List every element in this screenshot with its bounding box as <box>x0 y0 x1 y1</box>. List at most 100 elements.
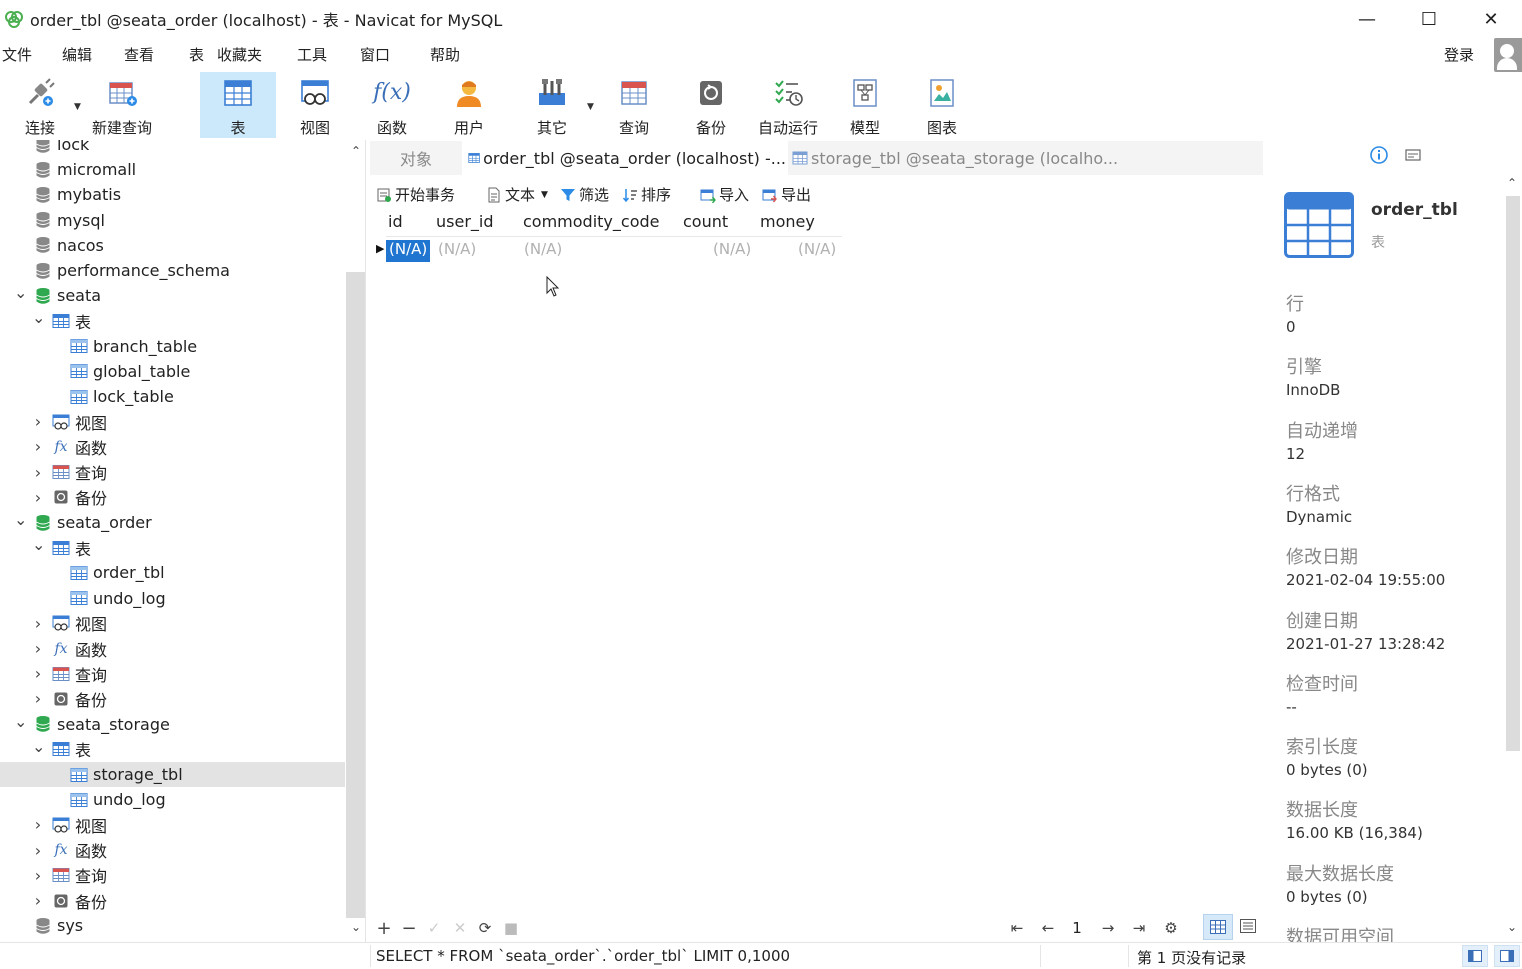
other-dropdown-icon[interactable]: ▼ <box>587 102 594 112</box>
tree-item[interactable]: › 视图 <box>0 812 345 837</box>
tree-item[interactable]: › 查询 <box>0 661 345 686</box>
info-scroll-down-icon[interactable]: ⌄ <box>1507 920 1517 934</box>
chevron-right-icon[interactable]: › <box>32 437 44 456</box>
chevron-right-icon[interactable]: › <box>32 412 44 431</box>
sidebar-scrollbar[interactable]: ⌃ ⌄ <box>346 140 365 942</box>
close-button[interactable]: ✕ <box>1460 0 1522 38</box>
tree-item[interactable]: ⌄ seata <box>0 283 345 308</box>
first-page-button[interactable]: ⇤ <box>1008 917 1026 939</box>
chevron-right-icon[interactable]: › <box>32 891 44 910</box>
tool-new-query[interactable]: 新建查询 <box>86 72 158 138</box>
chevron-right-icon[interactable]: › <box>32 614 44 633</box>
tree-item[interactable]: ⌄ 表 <box>0 308 345 333</box>
cell-commodity-code[interactable]: (N/A) <box>524 240 562 262</box>
column-header-user-id[interactable]: user_id <box>436 212 494 236</box>
chevron-down-icon[interactable]: ⌄ <box>14 283 27 302</box>
menu-window[interactable]: 窗口 <box>360 44 390 65</box>
tree-item[interactable]: › fx 函数 <box>0 636 345 661</box>
menu-favorites[interactable]: 收藏夹 <box>217 44 262 65</box>
next-page-button[interactable]: → <box>1099 917 1117 939</box>
cell-id[interactable]: (N/A) <box>386 240 431 262</box>
discard-changes-button[interactable]: ✕ <box>452 917 468 939</box>
tree-item[interactable]: mysql <box>0 208 345 233</box>
menu-help[interactable]: 帮助 <box>430 44 460 65</box>
tree-item[interactable]: nacos <box>0 233 345 258</box>
form-view-button[interactable] <box>1237 914 1259 940</box>
tree-item[interactable]: order_tbl <box>0 560 345 585</box>
tool-other[interactable]: 其它 <box>522 72 582 138</box>
apply-changes-button[interactable]: ✓ <box>426 917 442 939</box>
tool-backup[interactable]: 备份 <box>682 72 740 138</box>
tree-item[interactable]: lock_table <box>0 384 345 409</box>
chevron-down-icon[interactable]: ⌄ <box>32 535 45 554</box>
tree-item[interactable]: › 备份 <box>0 485 345 510</box>
connect-dropdown-icon[interactable]: ▼ <box>74 102 81 112</box>
tree-item[interactable]: ⌄ seata_order <box>0 510 345 535</box>
tool-query[interactable]: 查询 <box>604 72 664 138</box>
ddl-icon[interactable] <box>1404 146 1422 164</box>
import-button[interactable]: 导入 <box>700 184 749 205</box>
menu-file[interactable]: 文件 <box>2 44 32 65</box>
tree-item[interactable]: ⌄ seata_storage <box>0 712 345 737</box>
toggle-sidebar-left-button[interactable] <box>1462 945 1488 967</box>
prev-page-button[interactable]: ← <box>1039 917 1057 939</box>
tab-storage-tbl[interactable]: storage_tbl @seata_storage (localho... <box>788 141 1263 175</box>
sidebar-scroll-thumb[interactable] <box>346 272 365 918</box>
tree-item[interactable]: performance_schema <box>0 258 345 283</box>
chevron-down-icon[interactable]: ⌄ <box>14 510 27 529</box>
chevron-right-icon[interactable]: › <box>32 463 44 482</box>
tree-item[interactable]: › 查询 <box>0 460 345 485</box>
tree-item[interactable]: › fx 函数 <box>0 838 345 863</box>
tree-item[interactable]: storage_tbl <box>0 762 345 787</box>
chevron-down-icon[interactable]: ⌄ <box>32 737 45 756</box>
login-link[interactable]: 登录 <box>1444 44 1474 65</box>
cell-money[interactable]: (N/A) <box>798 240 836 262</box>
info-scroll-thumb[interactable] <box>1506 196 1520 751</box>
chevron-right-icon[interactable]: › <box>32 866 44 885</box>
toggle-sidebar-right-button[interactable] <box>1494 945 1520 967</box>
avatar-icon[interactable] <box>1494 38 1522 72</box>
tab-objects[interactable]: 对象 <box>370 141 462 175</box>
chevron-down-icon[interactable]: ⌄ <box>14 712 27 731</box>
tree-item[interactable]: mybatis <box>0 182 345 207</box>
maximize-button[interactable]: ☐ <box>1398 0 1460 38</box>
tool-table[interactable]: 表 <box>200 72 276 138</box>
tool-connect[interactable]: 连接 <box>10 72 70 138</box>
tool-user[interactable]: 用户 <box>440 72 498 138</box>
last-page-button[interactable]: ⇥ <box>1130 917 1148 939</box>
tool-view[interactable]: 视图 <box>284 72 346 138</box>
tool-chart[interactable]: 图表 <box>912 72 972 138</box>
cell-user-id[interactable]: (N/A) <box>438 240 476 262</box>
tree-item[interactable]: ⌄ 表 <box>0 737 345 762</box>
stop-button[interactable]: ■ <box>503 917 519 939</box>
chevron-down-icon[interactable]: ⌄ <box>32 308 45 327</box>
delete-record-button[interactable]: − <box>401 917 417 939</box>
chevron-right-icon[interactable]: › <box>32 815 44 834</box>
tree-item[interactable]: undo_log <box>0 586 345 611</box>
column-header-count[interactable]: count <box>683 212 728 236</box>
tree-item[interactable]: › fx 函数 <box>0 434 345 459</box>
tree-item[interactable]: sys <box>0 913 345 938</box>
info-panel-scrollbar[interactable]: ⌃ ⌄ <box>1504 176 1522 942</box>
text-view-button[interactable]: 文本 ▼ <box>486 184 548 205</box>
tree-item[interactable]: › 视图 <box>0 611 345 636</box>
scroll-up-icon[interactable]: ⌃ <box>346 144 365 158</box>
filter-button[interactable]: 筛选 <box>560 184 609 205</box>
menu-view[interactable]: 查看 <box>124 44 154 65</box>
tree-item[interactable]: › 查询 <box>0 863 345 888</box>
chevron-right-icon[interactable]: › <box>32 664 44 683</box>
minimize-button[interactable]: — <box>1336 0 1398 38</box>
chevron-right-icon[interactable]: › <box>32 639 44 658</box>
chevron-right-icon[interactable]: › <box>32 488 44 507</box>
menu-edit[interactable]: 编辑 <box>62 44 92 65</box>
sort-button[interactable]: 排序 <box>622 184 671 205</box>
menu-table[interactable]: 表 <box>189 44 204 65</box>
tree-item[interactable]: ⌄ 表 <box>0 535 345 560</box>
info-scroll-up-icon[interactable]: ⌃ <box>1507 176 1517 190</box>
add-record-button[interactable]: + <box>376 917 392 939</box>
export-button[interactable]: 导出 <box>762 184 811 205</box>
tab-order-tbl[interactable]: order_tbl @seata_order (localhost) -... <box>464 141 786 175</box>
tree-item[interactable]: lock <box>0 140 345 157</box>
tree-item[interactable]: undo_log <box>0 787 345 812</box>
menu-tools[interactable]: 工具 <box>297 44 327 65</box>
